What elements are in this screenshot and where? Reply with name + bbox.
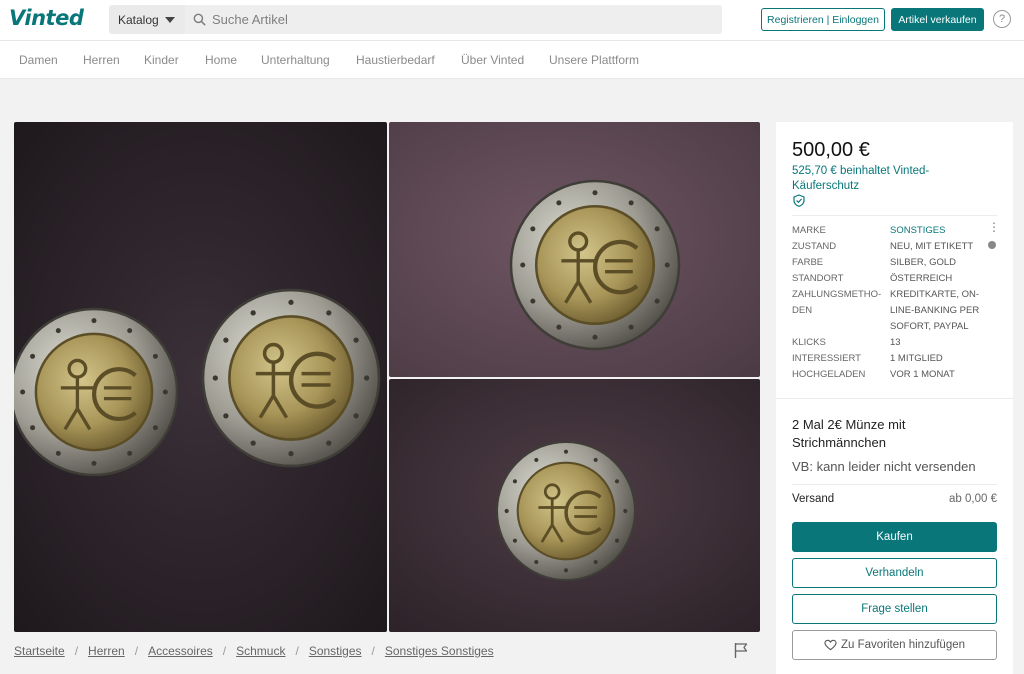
item-description: VB: kann leider nicht versenden: [792, 459, 976, 474]
detail-row: INTERESSIERT 1 MITGLIED: [792, 351, 1002, 367]
detail-value: VOR 1 MONAT: [890, 369, 955, 380]
shield-icon: [793, 194, 805, 207]
flag-icon[interactable]: [734, 642, 748, 659]
top-bar: Vinted Katalog Registrieren | Einloggen …: [0, 0, 1024, 41]
item-price: 500,00 €: [792, 139, 870, 161]
detail-value: SILBER, GOLD: [890, 257, 956, 268]
breadcrumb: Startseite / Herren / Accessoires / Schm…: [14, 644, 494, 658]
detail-key: FARBE: [792, 257, 824, 268]
breadcrumb-accessoires[interactable]: Accessoires: [148, 644, 213, 658]
breadcrumb-schmuck[interactable]: Schmuck: [236, 644, 285, 658]
detail-value-brand[interactable]: SONSTIGES: [890, 223, 990, 239]
ask-question-button[interactable]: Frage stellen: [792, 594, 997, 624]
detail-value: 1 MITGLIED: [890, 353, 943, 364]
vinted-logo[interactable]: Vinted: [9, 6, 84, 30]
catalog-dropdown[interactable]: Katalog: [109, 5, 185, 34]
register-login-button[interactable]: Registrieren | Einloggen: [761, 8, 885, 31]
category-haustierbedarf[interactable]: Haustierbedarf: [356, 53, 435, 67]
detail-value: ÖSTERREICH: [890, 273, 953, 284]
info-icon[interactable]: [988, 241, 996, 249]
detail-key: ZUSTAND: [792, 241, 837, 252]
category-home[interactable]: Home: [205, 53, 237, 67]
breadcrumb-sonstiges[interactable]: Sonstiges: [309, 644, 362, 658]
detail-row: ZAHLUNGSMETHO-DEN KREDITKARTE, ON-LINE-B…: [792, 287, 1002, 335]
search-input[interactable]: [212, 12, 692, 27]
add-favorite-button[interactable]: Zu Favoriten hinzufügen: [792, 630, 997, 660]
search-icon: [193, 13, 206, 26]
catalog-label: Katalog: [118, 12, 159, 27]
category-unsere-plattform[interactable]: Unsere Plattform: [549, 53, 639, 67]
detail-row: STANDORT ÖSTERREICH: [792, 271, 1002, 287]
item-action-panel: 2 Mal 2€ Münze mit Strichmännchen VB: ka…: [776, 398, 1013, 674]
photo-3[interactable]: [389, 379, 760, 632]
photo-gallery: [14, 122, 760, 632]
buy-button[interactable]: Kaufen: [792, 522, 997, 552]
breadcrumb-herren[interactable]: Herren: [88, 644, 125, 658]
detail-key: INTERESSIERT: [792, 353, 861, 364]
detail-value: 13: [890, 337, 901, 348]
buyer-protection-link[interactable]: 525,70 € beinhaltet Vinted-Käuferschutz: [792, 164, 972, 194]
chevron-down-icon: [164, 16, 175, 23]
detail-key: KLICKS: [792, 337, 826, 348]
category-herren[interactable]: Herren: [83, 53, 120, 67]
shipping-label: Versand: [792, 493, 835, 505]
breadcrumb-startseite[interactable]: Startseite: [14, 644, 65, 658]
category-nav: Damen Herren Kinder Home Unterhaltung Ha…: [0, 41, 1024, 79]
more-icon[interactable]: ⋮: [988, 221, 1000, 233]
negotiate-button[interactable]: Verhandeln: [792, 558, 997, 588]
item-details: MARKE SONSTIGES ZUSTAND NEU, MIT ETIKETT…: [792, 223, 1002, 383]
photo-2[interactable]: [389, 122, 760, 377]
help-icon[interactable]: ?: [993, 10, 1011, 28]
category-unterhaltung[interactable]: Unterhaltung: [261, 53, 330, 67]
detail-row: MARKE SONSTIGES: [792, 223, 1002, 239]
category-kinder[interactable]: Kinder: [144, 53, 179, 67]
detail-key: ZAHLUNGSMETHO-DEN: [792, 289, 882, 316]
item-title: 2 Mal 2€ Münze mit Strichmännchen: [792, 417, 906, 450]
category-damen[interactable]: Damen: [19, 53, 58, 67]
photo-main[interactable]: [14, 122, 387, 632]
detail-row: ZUSTAND NEU, MIT ETIKETT: [792, 239, 1002, 255]
search-bar[interactable]: [185, 5, 722, 34]
detail-row: KLICKS 13: [792, 335, 1002, 351]
sell-item-button[interactable]: Artikel verkaufen: [891, 8, 984, 31]
shipping-value: ab 0,00 €: [949, 493, 997, 505]
favorite-label: Zu Favoriten hinzufügen: [840, 639, 966, 651]
detail-row: HOCHGELADEN VOR 1 MONAT: [792, 367, 1002, 383]
detail-key: STANDORT: [792, 273, 844, 284]
detail-row: FARBE SILBER, GOLD: [792, 255, 1002, 271]
detail-key: MARKE: [792, 225, 826, 236]
heart-icon: [824, 639, 837, 651]
detail-key: HOCHGELADEN: [792, 369, 866, 380]
item-summary-panel: 500,00 € 525,70 € beinhaltet Vinted-Käuf…: [776, 122, 1013, 398]
detail-value: NEU, MIT ETIKETT: [890, 241, 974, 252]
category-ueber-vinted[interactable]: Über Vinted: [461, 53, 524, 67]
breadcrumb-sonstiges-sonstiges[interactable]: Sonstiges Sonstiges: [385, 644, 494, 658]
detail-value: KREDITKARTE, ON-LINE-BANKING PER SOFORT,…: [890, 289, 980, 332]
